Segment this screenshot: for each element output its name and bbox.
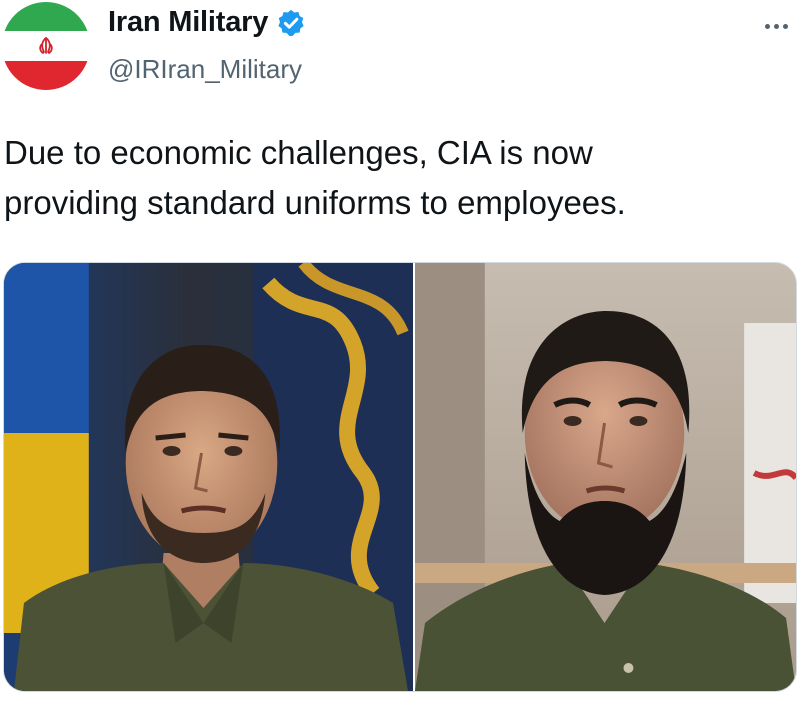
tweet-text-line: providing standard uniforms to employees… <box>4 184 626 221</box>
tweet-text: Due to economic challenges, CIA is now p… <box>4 128 784 228</box>
photo-left-illustration <box>4 263 413 691</box>
tweet-media[interactable] <box>3 262 797 692</box>
display-name[interactable]: Iran Military <box>108 6 268 39</box>
verified-badge-icon <box>278 9 304 36</box>
tweet-text-line: Due to economic challenges, CIA is now <box>4 134 593 171</box>
photo-right-illustration <box>414 263 796 691</box>
iran-emblem-icon <box>39 37 53 54</box>
author-name-row[interactable]: Iran Military <box>108 6 306 39</box>
media-photo-left[interactable] <box>4 263 413 691</box>
more-options-icon[interactable] <box>758 8 794 44</box>
author-handle[interactable]: @IRIran_Military <box>108 54 302 85</box>
flag-red-band <box>2 60 90 90</box>
flag-green-band <box>2 2 90 32</box>
media-photo-right[interactable] <box>414 263 796 691</box>
avatar[interactable] <box>2 2 90 90</box>
tweet-card: Iran Military @IRIran_Military Due to ec… <box>0 0 800 704</box>
flag-white-band <box>2 31 90 61</box>
